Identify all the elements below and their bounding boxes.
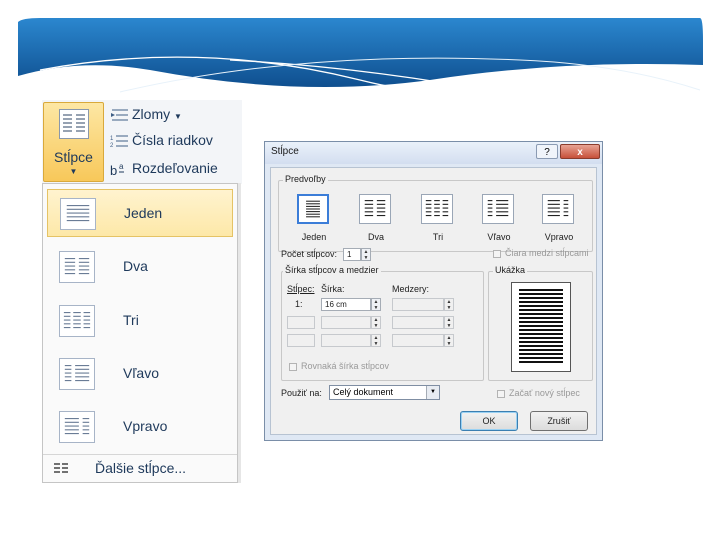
breaks-label: Zlomy xyxy=(132,106,171,122)
equal-width-checkbox[interactable] xyxy=(289,363,297,371)
hyphenation-button[interactable]: b a Rozdeľovanie xyxy=(110,160,218,180)
chevron-down-icon: ▼ xyxy=(426,386,439,399)
dialog-titlebar[interactable]: Stĺpce ? x xyxy=(265,142,602,164)
ok-button[interactable]: OK xyxy=(460,411,518,431)
columns-dialog: Stĺpce ? x Predvoľby Jeden Dva Tri Vľavo… xyxy=(264,141,603,441)
new-column-label: Začať nový stĺpec xyxy=(509,388,580,398)
columns-button[interactable]: Stĺpce ▼ xyxy=(43,102,104,182)
right-column-icon xyxy=(542,194,574,224)
line-numbers-button[interactable]: 1 2 Čísla riadkov xyxy=(110,132,213,152)
columns-icon xyxy=(59,109,89,139)
col-header: Stĺpec: xyxy=(287,284,315,294)
svg-text:a: a xyxy=(119,162,124,171)
apply-to-value: Celý dokument xyxy=(333,387,394,397)
line-numbers-label: Čísla riadkov xyxy=(132,132,213,148)
svg-text:1: 1 xyxy=(110,136,114,142)
row3-width-spinner: ▲ ▼ xyxy=(371,334,381,347)
row1-col: 1: xyxy=(295,299,303,309)
dialog-body: Predvoľby Jeden Dva Tri Vľavo Vpravo Poč… xyxy=(270,167,597,435)
preset-right[interactable]: Vpravo xyxy=(542,194,576,242)
breaks-icon xyxy=(111,109,128,121)
preset-label: Tri xyxy=(432,232,444,242)
menu-item-label: Tri xyxy=(123,312,139,328)
apply-to-select[interactable]: Celý dokument ▼ xyxy=(329,385,440,400)
preset-label: Vpravo xyxy=(544,232,574,242)
columns-button-label: Stĺpce xyxy=(54,149,93,165)
menu-item-label: Dva xyxy=(123,258,148,274)
two-columns-icon xyxy=(359,194,391,224)
menu-item-left[interactable]: Vľavo xyxy=(47,350,233,398)
equal-width-label: Rovnaká šírka stĺpcov xyxy=(301,361,390,371)
menu-item-one[interactable]: Jeden xyxy=(47,189,233,237)
two-columns-icon xyxy=(59,251,95,283)
row3-spacing-spinner: ▲ ▼ xyxy=(444,334,454,347)
left-column-icon xyxy=(59,358,95,390)
preset-three[interactable]: Tri xyxy=(421,194,455,242)
cancel-button[interactable]: Zrušiť xyxy=(530,411,588,431)
left-column-icon xyxy=(482,194,514,224)
row2-width-input xyxy=(321,316,371,329)
row2-col xyxy=(287,316,315,329)
row1-spacing-spinner: ▲ ▼ xyxy=(444,298,454,311)
preset-two[interactable]: Dva xyxy=(359,194,393,242)
one-column-icon xyxy=(60,198,96,230)
svg-text:2: 2 xyxy=(110,143,114,149)
row2-spacing-spinner: ▲ ▼ xyxy=(444,316,454,329)
line-numbers-icon: 12 xyxy=(110,135,128,149)
preview-legend: Ukážka xyxy=(493,265,528,275)
one-column-icon xyxy=(297,194,329,224)
more-columns-item[interactable]: Ďalšie stĺpce... xyxy=(43,456,237,482)
hyphenation-label: Rozdeľovanie xyxy=(132,160,218,176)
row3-spacing-input xyxy=(392,334,444,347)
line-between-checkbox[interactable] xyxy=(493,250,501,258)
menu-item-label: Jeden xyxy=(124,205,163,221)
help-button[interactable]: ? xyxy=(536,144,558,159)
width-header: Šírka: xyxy=(321,284,345,294)
chevron-down-icon: ▼ xyxy=(174,112,182,121)
row3-col xyxy=(287,334,315,347)
num-columns-spinner[interactable]: ▲ ▼ xyxy=(361,248,371,261)
more-columns-label: Ďalšie stĺpce... xyxy=(95,460,187,476)
more-columns-icon xyxy=(54,463,68,473)
row2-spacing-input xyxy=(392,316,444,329)
menu-item-three[interactable]: Tri xyxy=(47,297,233,345)
num-columns-label: Počet stĺpcov: xyxy=(281,249,338,259)
right-column-icon xyxy=(59,411,95,443)
spacing-header: Medzery: xyxy=(392,284,430,294)
presets-legend: Predvoľby xyxy=(283,174,328,184)
close-button[interactable]: x xyxy=(560,144,600,159)
menu-item-right[interactable]: Vpravo xyxy=(47,403,233,451)
columns-dropdown-menu: Jeden Dva Tri Vľavo Vpravo Ďalšie stĺpce… xyxy=(42,183,238,483)
row2-width-spinner: ▲ ▼ xyxy=(371,316,381,329)
menu-divider xyxy=(43,454,237,455)
row1-spacing-input xyxy=(392,298,444,311)
preset-label: Vľavo xyxy=(487,232,511,242)
new-column-checkbox[interactable] xyxy=(497,390,505,398)
preset-label: Dva xyxy=(367,232,384,242)
row1-width-input[interactable]: 16 cm xyxy=(321,298,371,311)
menu-item-two[interactable]: Dva xyxy=(47,243,233,291)
page-preview xyxy=(511,282,571,372)
num-columns-input[interactable]: 1 xyxy=(343,248,361,261)
width-spacing-legend: Šírka stĺpcov a medzier xyxy=(283,265,381,275)
three-columns-icon xyxy=(421,194,453,224)
chevron-down-icon: ▼ xyxy=(69,167,78,176)
row1-width-spinner[interactable]: ▲ ▼ xyxy=(371,298,381,311)
three-columns-icon xyxy=(59,305,95,337)
menu-item-label: Vľavo xyxy=(123,365,159,381)
preset-label: Jeden xyxy=(301,232,327,242)
preset-one[interactable]: Jeden xyxy=(297,194,331,242)
line-between-label: Čiara medzi stĺpcami xyxy=(505,248,589,258)
apply-to-label: Použiť na: xyxy=(281,388,322,398)
preset-left[interactable]: Vľavo xyxy=(482,194,516,242)
breaks-button[interactable]: Zlomy ▼ xyxy=(110,106,182,126)
hyphenation-icon: ba xyxy=(110,162,124,177)
dialog-title: Stĺpce xyxy=(271,146,299,157)
row3-width-input xyxy=(321,334,371,347)
menu-item-label: Vpravo xyxy=(123,418,168,434)
svg-text:b: b xyxy=(110,163,117,177)
